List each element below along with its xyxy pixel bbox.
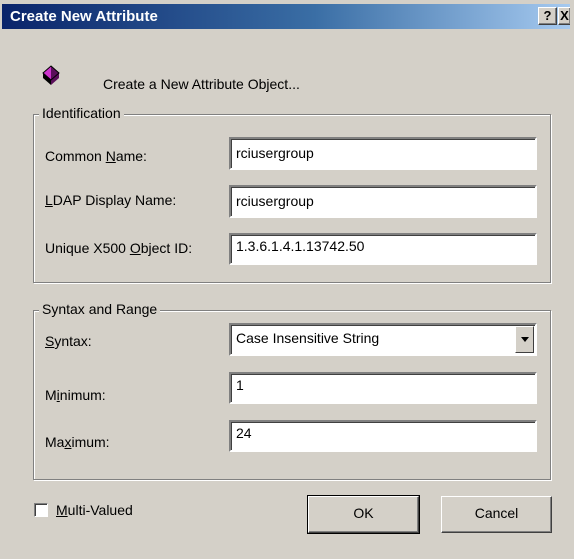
object-id-field[interactable]: 1.3.6.1.4.1.13742.50 (229, 233, 537, 265)
cancel-button[interactable]: Cancel (441, 496, 552, 533)
syntax-range-legend: Syntax and Range (39, 301, 161, 317)
syntax-selected-value: Case Insensitive String (236, 330, 380, 346)
attribute-diamond-icon (42, 64, 66, 88)
maximum-label: Maximum: (45, 434, 110, 450)
common-name-label: Common Name: (45, 148, 147, 164)
window-title: Create New Attribute (10, 8, 158, 25)
syntax-label: Syntax: (45, 333, 92, 349)
object-id-label: Unique X500 Object ID: (45, 240, 193, 256)
help-button[interactable]: ? (538, 7, 557, 25)
multi-valued-label[interactable]: Multi-Valued (56, 502, 133, 518)
title-bar[interactable]: Create New Attribute ? X (2, 4, 570, 29)
syntax-select[interactable]: Case Insensitive String (229, 323, 537, 356)
multi-valued-checkbox[interactable] (34, 503, 48, 517)
minimum-field[interactable]: 1 (229, 372, 537, 404)
minimum-label: Minimum: (45, 387, 106, 403)
identification-legend: Identification (39, 105, 124, 121)
chevron-down-icon[interactable] (515, 326, 534, 353)
ok-button[interactable]: OK (307, 495, 420, 534)
ldap-display-name-label: LDAP Display Name: (45, 192, 177, 208)
close-button[interactable]: X (558, 7, 570, 25)
common-name-field[interactable]: rciusergroup (229, 137, 537, 170)
ldap-display-name-field[interactable]: rciusergroup (229, 185, 537, 218)
maximum-field[interactable]: 24 (229, 420, 537, 452)
create-new-attribute-dialog: Create New Attribute ? X Create a New At… (0, 0, 574, 559)
header-text: Create a New Attribute Object... (103, 76, 300, 92)
